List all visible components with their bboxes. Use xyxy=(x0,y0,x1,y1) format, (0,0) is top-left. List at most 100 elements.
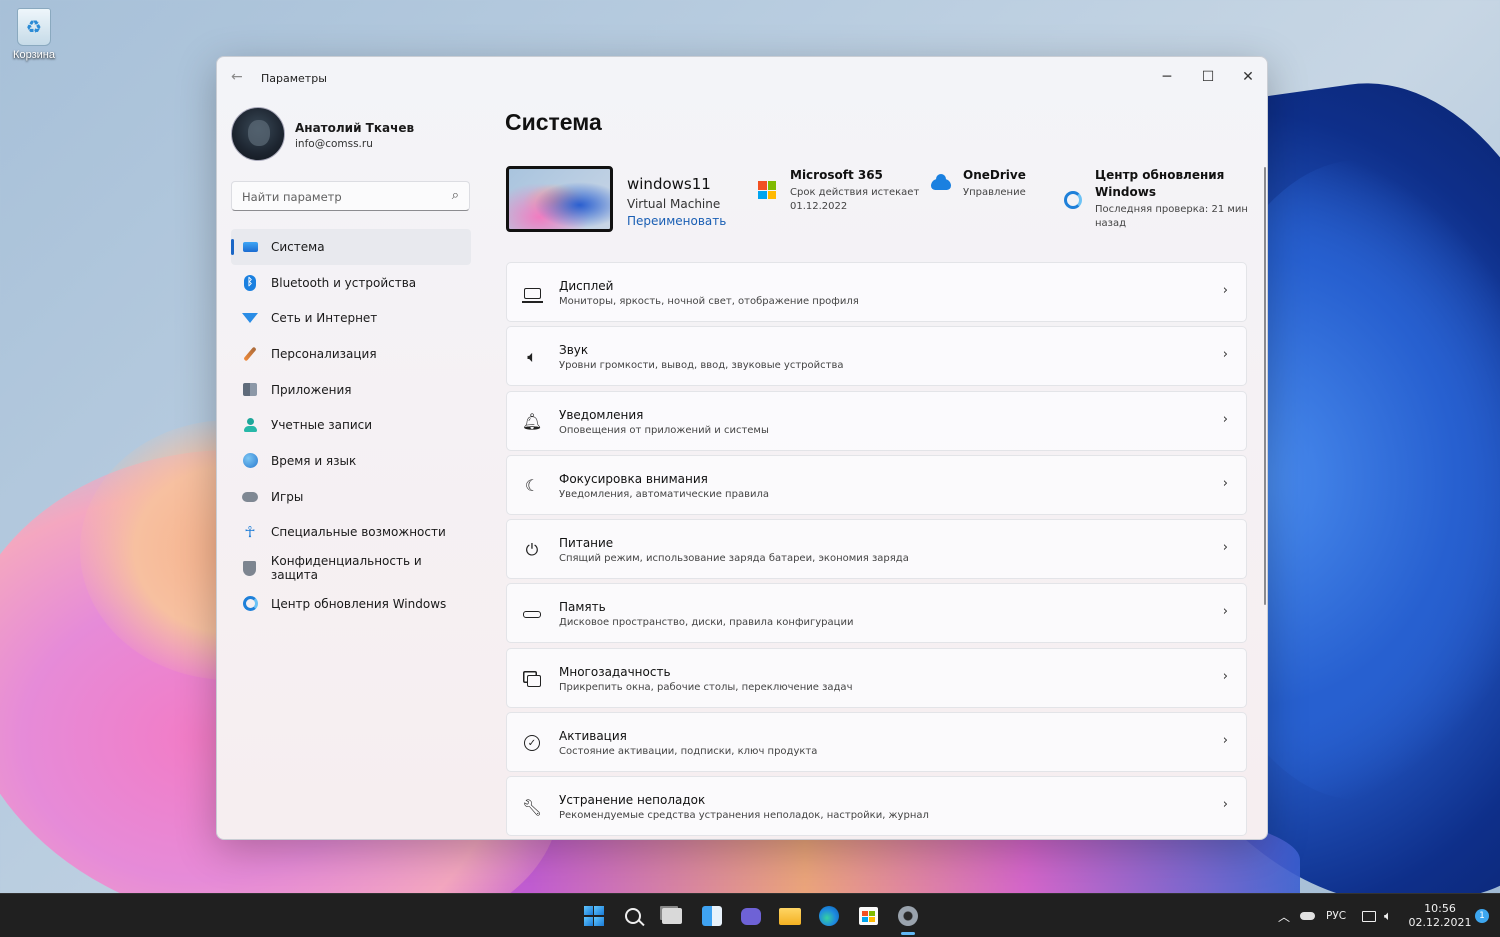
widgets-icon xyxy=(701,906,722,926)
info-onedrive[interactable]: OneDrive Управление xyxy=(963,167,1063,200)
task-view-button[interactable] xyxy=(653,894,692,937)
settings-taskbar-button[interactable] xyxy=(888,894,927,937)
task-view-icon xyxy=(662,908,683,924)
user-email: info@comss.ru xyxy=(295,138,373,150)
brush-icon xyxy=(241,345,259,363)
device-wallpaper-thumbnail xyxy=(506,166,613,232)
info-windows-update[interactable]: Центр обновления Windows Последняя прове… xyxy=(1095,167,1255,231)
taskbar-apps xyxy=(574,894,928,937)
sidebar-item-label: Система xyxy=(271,239,325,254)
bluetooth-icon: ᛒ xyxy=(241,274,259,292)
sidebar-item-network[interactable]: Сеть и Интернет xyxy=(231,300,471,336)
check-circle-icon: ✓ xyxy=(521,733,543,753)
wifi-icon xyxy=(241,309,259,327)
user-name: Анатолий Ткачев xyxy=(295,121,415,135)
card-power[interactable]: ⏻ Питание Спящий режим, использование за… xyxy=(506,519,1247,580)
file-explorer-icon xyxy=(779,907,802,925)
card-notifications[interactable]: 🔔︎ Уведомления Оповещения от приложений … xyxy=(506,390,1247,451)
chevron-right-icon: › xyxy=(1222,604,1228,620)
taskbar-search-button[interactable] xyxy=(613,894,652,937)
desktop-icon-recycle-bin[interactable]: ♻ Корзина xyxy=(8,8,60,61)
window-title: Параметры xyxy=(261,72,327,85)
chevron-right-icon: › xyxy=(1222,475,1228,491)
back-arrow-icon[interactable]: ← xyxy=(231,69,243,85)
sidebar-item-label: Время и язык xyxy=(271,453,357,468)
card-description: Мониторы, яркость, ночной свет, отображе… xyxy=(559,296,859,307)
shield-icon xyxy=(241,559,259,577)
settings-cards: Дисплей Мониторы, яркость, ночной свет, … xyxy=(506,262,1247,839)
edge-button[interactable] xyxy=(810,894,849,937)
moon-icon: ☾ xyxy=(524,476,540,496)
notification-badge[interactable]: 1 xyxy=(1475,894,1489,937)
card-display[interactable]: Дисплей Мониторы, яркость, ночной свет, … xyxy=(506,262,1247,322)
clock-date: 02.12.2021 xyxy=(1408,916,1472,929)
card-activation[interactable]: ✓ Активация Состояние активации, подписк… xyxy=(506,712,1247,773)
search-icon[interactable]: ⌕ xyxy=(452,188,459,203)
card-focus-assist[interactable]: ☾ Фокусировка внимания Уведомления, авто… xyxy=(506,454,1247,515)
chevron-right-icon: › xyxy=(1222,411,1228,427)
close-button[interactable]: ✕ xyxy=(1228,63,1267,91)
info-subtitle: Последняя проверка: 21 мин назад xyxy=(1095,204,1248,229)
sidebar-item-time-language[interactable]: Время и язык xyxy=(231,443,471,479)
chevron-right-icon: › xyxy=(1222,347,1228,363)
info-subtitle: Срок действия истекает 01.12.2022 xyxy=(790,187,920,212)
search-icon xyxy=(624,908,641,924)
monitor-icon xyxy=(241,238,259,256)
start-button[interactable] xyxy=(574,894,613,937)
notification-count: 1 xyxy=(1475,909,1489,923)
bell-icon: 🔔︎ xyxy=(521,412,543,432)
volume-icon[interactable]: 🔈︎ xyxy=(1384,894,1392,937)
gamepad-icon xyxy=(241,488,259,506)
card-multitasking[interactable]: Многозадачность Прикрепить окна, рабочие… xyxy=(506,647,1247,708)
rename-link[interactable]: Переименовать xyxy=(627,214,726,228)
sidebar-item-label: Конфиденциальность и защита xyxy=(270,554,422,583)
info-microsoft-365[interactable]: Microsoft 365 Срок действия истекает 01.… xyxy=(790,167,920,214)
user-profile[interactable]: Анатолий Ткачев info@comss.ru xyxy=(231,107,471,163)
sidebar-nav: Система ᛒ Bluetooth и устройства Сеть и … xyxy=(231,229,471,622)
onedrive-tray-icon[interactable] xyxy=(1300,894,1315,937)
card-title: Дисплей xyxy=(559,279,614,293)
clock-time: 10:56 xyxy=(1424,902,1456,915)
card-troubleshoot[interactable]: 🔧︎ Устранение неполадок Рекомендуемые ср… xyxy=(506,776,1247,837)
widgets-button[interactable] xyxy=(692,894,731,937)
chevron-up-icon[interactable]: ︿ xyxy=(1278,894,1290,937)
language-indicator[interactable]: РУС xyxy=(1326,894,1346,937)
clock[interactable]: 10:56 02.12.2021 xyxy=(1409,894,1472,937)
file-explorer-button[interactable] xyxy=(770,894,809,937)
apps-icon xyxy=(241,381,259,399)
scrollbar[interactable] xyxy=(1264,167,1266,605)
maximize-button[interactable]: ☐ xyxy=(1188,63,1228,91)
search-placeholder: Найти параметр xyxy=(242,190,342,204)
sidebar-item-privacy[interactable]: Конфиденциальность и защита xyxy=(231,550,471,586)
store-button[interactable] xyxy=(849,894,888,937)
multitasking-icon xyxy=(521,669,543,689)
card-description: Рекомендуемые средства устранения непола… xyxy=(559,810,929,822)
sidebar-item-bluetooth[interactable]: ᛒ Bluetooth и устройства xyxy=(231,265,471,301)
sidebar-item-system[interactable]: Система xyxy=(231,229,471,265)
sidebar-item-gaming[interactable]: Игры xyxy=(231,479,471,515)
sidebar-item-accessibility[interactable]: ☥ Специальные возможности xyxy=(231,515,471,551)
sidebar-item-apps[interactable]: Приложения xyxy=(231,372,471,408)
sidebar-item-label: Специальные возможности xyxy=(271,525,446,540)
sidebar-item-label: Учетные записи xyxy=(271,418,373,433)
minimize-button[interactable]: ─ xyxy=(1147,63,1187,91)
sidebar-item-windows-update[interactable]: Центр обновления Windows xyxy=(231,586,471,622)
card-storage[interactable]: Память Дисковое пространство, диски, пра… xyxy=(506,583,1247,644)
card-title: Фокусировка внимания xyxy=(559,471,708,486)
card-description: Уведомления, автоматические правила xyxy=(559,488,769,500)
edge-icon xyxy=(819,906,840,926)
title-bar[interactable]: ← Параметры ─ ☐ ✕ xyxy=(217,57,1267,97)
card-description: Оповещения от приложений и системы xyxy=(559,424,769,436)
search-input[interactable]: Найти параметр ⌕ xyxy=(231,181,470,211)
card-title: Память xyxy=(559,600,606,615)
update-icon xyxy=(241,595,259,613)
desktop-icon-label: Корзина xyxy=(13,49,55,61)
avatar[interactable] xyxy=(231,107,285,161)
chat-button[interactable] xyxy=(731,894,770,937)
sidebar-item-personalization[interactable]: Персонализация xyxy=(231,336,471,372)
settings-icon xyxy=(898,906,919,926)
sidebar-item-accounts[interactable]: Учетные записи xyxy=(231,407,471,443)
network-icon[interactable] xyxy=(1362,894,1376,937)
device-name: windows11 xyxy=(627,175,711,193)
card-sound[interactable]: 🔈︎ Звук Уровни громкости, вывод, ввод, з… xyxy=(506,326,1247,387)
